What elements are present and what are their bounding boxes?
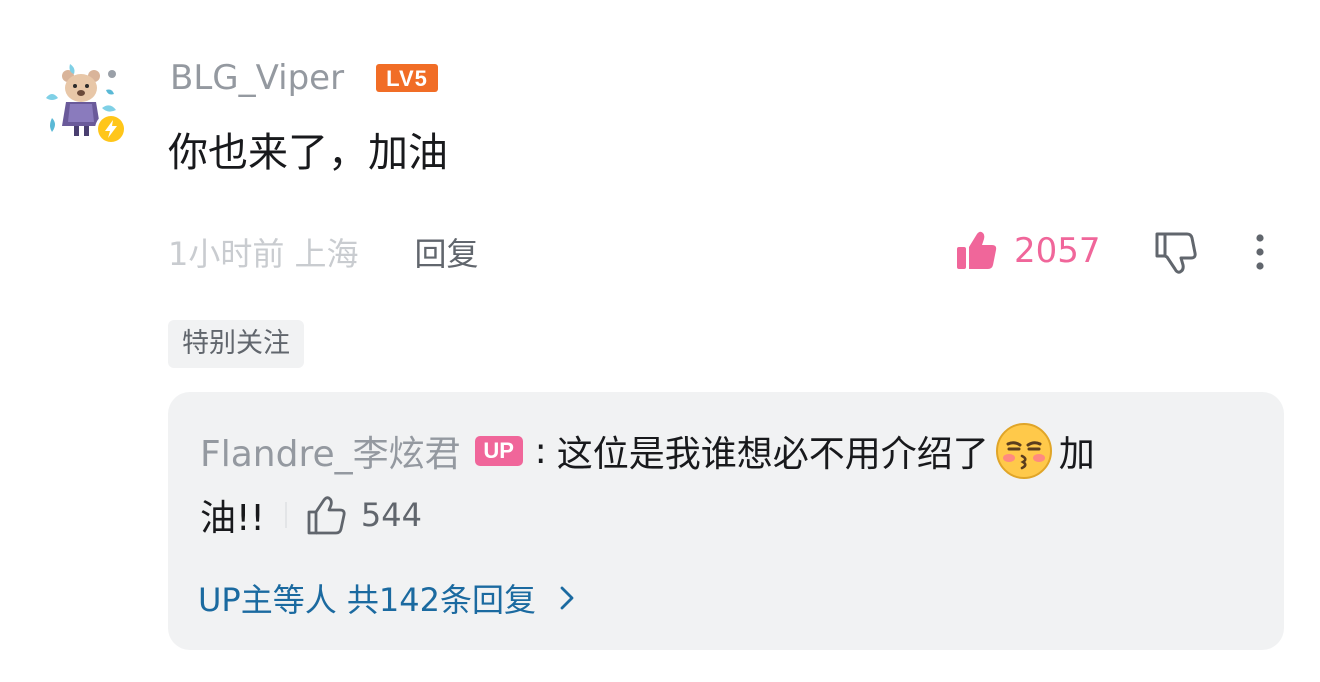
like-count: 2057 xyxy=(1014,231,1101,271)
thumbs-down-icon[interactable] xyxy=(1152,228,1200,276)
reply-username[interactable]: Flandre_李炫君 xyxy=(200,425,461,477)
reply-colon: : xyxy=(534,430,547,472)
comment-time-location: 1小时前 上海 xyxy=(168,235,359,273)
reply-button[interactable]: 回复 xyxy=(415,229,479,275)
user-avatar[interactable] xyxy=(40,62,130,152)
comment-meta: 1小时前 上海 回复 xyxy=(168,228,479,276)
level-badge: LV5 xyxy=(376,64,438,92)
level-badge-text: LV5 xyxy=(386,66,428,91)
comment-text: 你也来了，加油 xyxy=(168,130,448,176)
reply-line-2: 油!! 544 xyxy=(200,488,422,542)
special-follow-tag: 特别关注 xyxy=(168,320,304,368)
divider xyxy=(284,502,287,528)
more-vertical-icon[interactable] xyxy=(1240,228,1280,276)
reply-line-1: Flandre_李炫君 UP : 这位是我谁想必不用介绍了 加 xyxy=(200,423,1095,479)
reply-text: 这位是我谁想必不用介绍了 xyxy=(556,434,989,475)
reply-text-end: 油!! xyxy=(200,498,265,539)
thumbs-up-filled-icon xyxy=(957,231,997,269)
kiss-face-emoji xyxy=(995,423,1052,479)
reply-text-continued: 加 xyxy=(1058,434,1095,475)
up-badge: UP xyxy=(474,436,523,466)
view-all-replies-link[interactable]: UP主等人 共142条回复 xyxy=(198,574,578,622)
reply-like-count: 544 xyxy=(360,496,422,534)
thumbs-up-outline-icon[interactable] xyxy=(305,493,349,537)
like-button[interactable]: 2057 xyxy=(954,226,1101,276)
lightning-icon xyxy=(95,113,127,145)
view-all-replies-label: UP主等人 共142条回复 xyxy=(198,581,536,619)
comment-username[interactable]: BLG_Viper xyxy=(170,56,344,100)
chevron-right-icon xyxy=(560,586,574,610)
reply-preview-box[interactable]: Flandre_李炫君 UP : 这位是我谁想必不用介绍了 加 油!! 544 … xyxy=(168,392,1284,650)
